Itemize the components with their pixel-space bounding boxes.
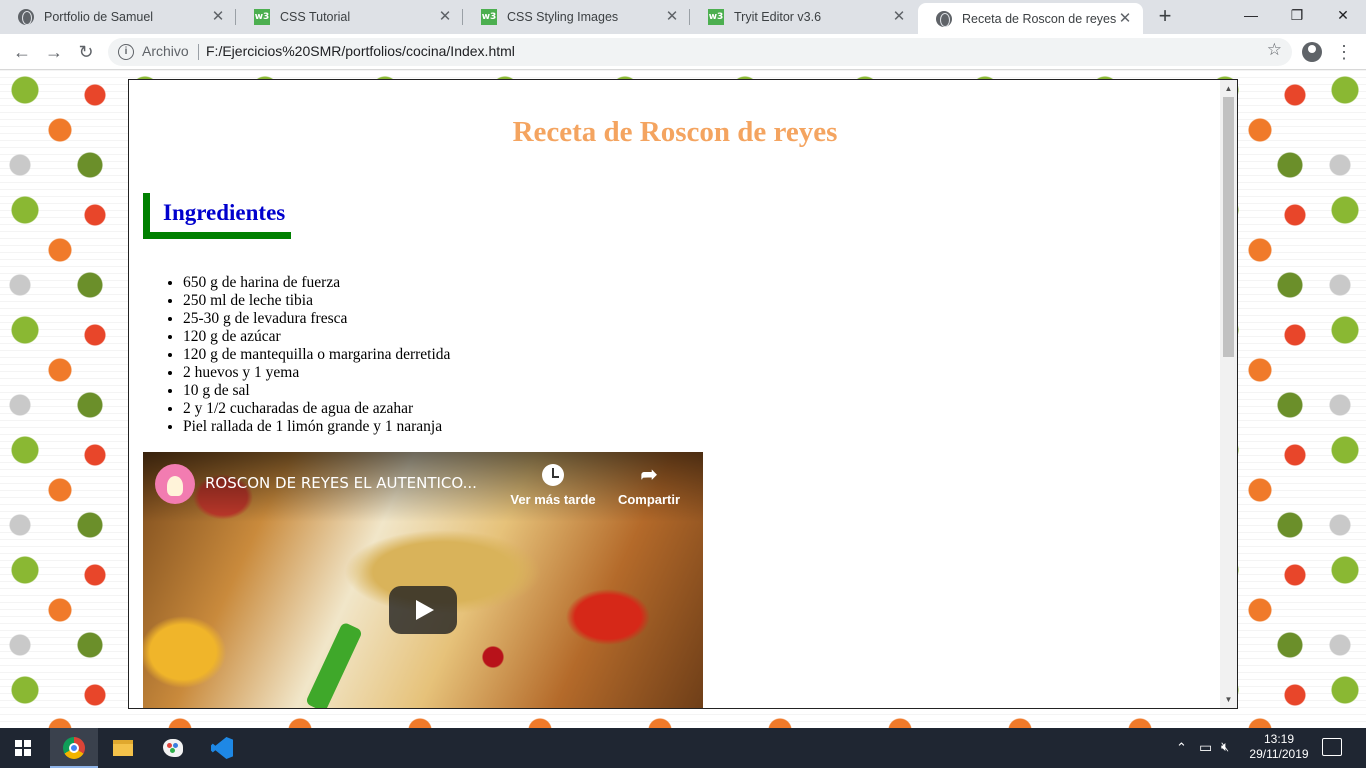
tab-title: CSS Tutorial [280,10,351,24]
list-item: 25-30 g de levadura fresca [183,310,450,328]
maximize-button[interactable]: ❐ [1274,0,1320,30]
windows-logo-icon [15,740,31,756]
folder-icon [113,740,133,756]
watch-later-button[interactable]: Ver más tarde [505,464,601,507]
info-icon[interactable]: i [118,44,134,60]
taskbar-vscode[interactable] [198,728,246,768]
windows-taskbar: ⌃ ▭ 🔇︎ 13:19 29/11/2019 [0,728,1366,768]
w3schools-icon: w3 [708,9,724,25]
video-title[interactable]: ROSCON DE REYES EL AUTENTICO... [205,474,477,492]
start-button[interactable] [0,728,48,768]
list-item: 2 y 1/2 cucharadas de agua de azahar [183,400,450,418]
share-icon: ➦ [640,464,658,486]
taskbar-clock[interactable]: 13:19 29/11/2019 [1246,732,1312,762]
new-tab-button[interactable]: + [1153,5,1177,29]
globe-icon [936,10,952,27]
w3schools-icon: w3 [254,9,270,25]
close-window-button[interactable]: ✕ [1320,0,1366,30]
paint-icon [163,739,183,757]
address-divider [198,44,199,60]
ingredients-heading: Ingredientes [143,193,292,239]
volume-muted-icon[interactable]: 🔇︎ [1221,739,1229,768]
tab-tryit-editor[interactable]: w3 Tryit Editor v3.6 ✕ [690,0,917,34]
tab-portfolio[interactable]: Portfolio de Samuel ✕ [0,0,236,34]
taskbar-chrome[interactable] [50,728,98,768]
tab-title: Portfolio de Samuel [44,10,154,24]
youtube-video-embed[interactable]: ROSCON DE REYES EL AUTENTICO... Ver más … [143,452,703,708]
channel-avatar[interactable] [155,464,195,504]
globe-icon [18,9,34,25]
list-item: 120 g de mantequilla o margarina derreti… [183,346,450,364]
network-icon[interactable]: ▭ [1199,739,1212,768]
page-scrollbar[interactable]: ▲ ▼ [1220,80,1237,708]
list-item: 10 g de sal [183,382,450,400]
watch-later-label: Ver más tarde [510,492,596,507]
browser-menu-icon[interactable]: ⋮ [1334,39,1354,65]
clock-time: 13:19 [1263,732,1295,746]
scroll-down-arrow-icon[interactable]: ▼ [1220,691,1237,708]
scroll-up-arrow-icon[interactable]: ▲ [1220,80,1237,97]
notifications-icon[interactable] [1322,738,1342,756]
list-item: 650 g de harina de fuerza [183,274,450,292]
video-thumbnail-detail [305,621,363,708]
browser-tabstrip: Portfolio de Samuel ✕ w3 CSS Tutorial ✕ … [0,0,1366,34]
close-tab-icon[interactable]: ✕ [437,9,453,25]
tab-css-tutorial[interactable]: w3 CSS Tutorial ✕ [236,0,463,34]
bookmark-star-icon[interactable]: ☆ [1267,40,1282,60]
tab-title: Tryit Editor v3.6 [734,10,822,24]
browser-toolbar: ← → ↻ i Archivo F:/Ejercicios%20SMR/port… [0,34,1366,70]
close-tab-icon[interactable]: ✕ [210,9,226,25]
tab-title: CSS Styling Images [507,10,619,24]
tab-receta-roscon[interactable]: Receta de Roscon de reyes ✕ [918,3,1143,34]
profile-avatar-icon[interactable] [1302,42,1322,62]
protocol-label: Archivo [142,43,189,59]
play-button[interactable] [389,586,457,634]
list-item: 2 huevos y 1 yema [183,364,450,382]
close-tab-icon[interactable]: ✕ [891,9,907,25]
page-background: Receta de Roscon de reyes Ingredientes 6… [0,70,1366,728]
taskbar-paint[interactable] [149,728,197,768]
list-item: Piel rallada de 1 limón grande y 1 naran… [183,418,450,436]
clock-date: 29/11/2019 [1249,747,1309,761]
address-bar[interactable]: i Archivo F:/Ejercicios%20SMR/portfolios… [108,38,1292,66]
share-button[interactable]: ➦ Compartir [601,464,697,507]
url-text[interactable]: F:/Ejercicios%20SMR/portfolios/cocina/In… [206,43,515,59]
clock-icon [542,464,564,486]
close-tab-icon[interactable]: ✕ [1117,10,1133,27]
w3schools-icon: w3 [481,9,497,25]
reload-button[interactable]: ↻ [73,39,99,65]
forward-button[interactable]: → [41,39,67,65]
close-tab-icon[interactable]: ✕ [664,9,680,25]
taskbar-file-explorer[interactable] [99,728,147,768]
tab-css-styling-images[interactable]: w3 CSS Styling Images ✕ [463,0,690,34]
share-label: Compartir [617,492,681,507]
chrome-icon [63,737,85,759]
scrollbar-thumb[interactable] [1223,97,1234,357]
ingredients-list: 650 g de harina de fuerza 250 ml de lech… [183,274,450,436]
page-title: Receta de Roscon de reyes [512,116,838,148]
minimize-button[interactable]: — [1228,0,1274,30]
content-panel: Receta de Roscon de reyes Ingredientes 6… [128,79,1238,709]
tray-chevron-icon[interactable]: ⌃ [1176,740,1187,768]
list-item: 250 ml de leche tibia [183,292,450,310]
tab-title: Receta de Roscon de reyes [962,11,1117,26]
back-button[interactable]: ← [9,39,35,65]
list-item: 120 g de azúcar [183,328,450,346]
vscode-icon [211,737,233,759]
